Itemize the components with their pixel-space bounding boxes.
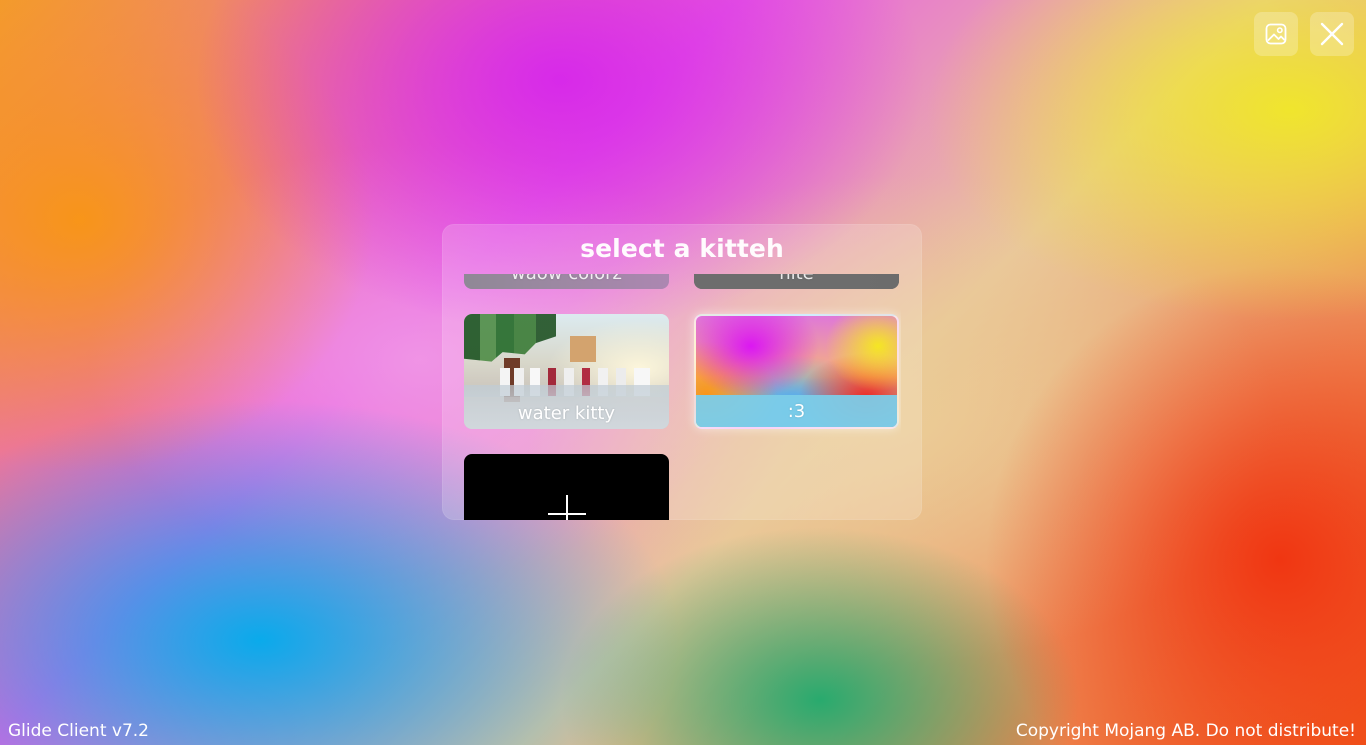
kitteh-card-waow-colorz[interactable]: waow colorz (464, 274, 669, 289)
kitteh-selector-modal: select a kitteh waow colorz nite water k… (442, 224, 922, 520)
plus-icon (547, 494, 587, 520)
kitteh-card-label: water kitty (464, 397, 669, 429)
kitteh-card-label: nite (694, 274, 899, 289)
kitteh-card-3[interactable]: :3 (694, 314, 899, 429)
copyright-text: Copyright Mojang AB. Do not distribute! (1015, 721, 1356, 741)
background-building (570, 336, 596, 362)
client-version: Glide Client v7.2 (8, 721, 149, 741)
kitteh-card-label: waow colorz (464, 274, 669, 289)
kitteh-card-water-kitty[interactable]: water kitty (464, 314, 669, 429)
image-icon (1264, 22, 1288, 46)
kitteh-card-label: :3 (696, 395, 897, 427)
modal-title: select a kitteh (580, 234, 784, 263)
close-icon (1319, 21, 1345, 47)
kitteh-card-nite[interactable]: nite (694, 274, 899, 289)
kitteh-grid: waow colorz nite water kitty :3 (464, 274, 901, 520)
gallery-button[interactable] (1254, 12, 1298, 56)
close-button[interactable] (1310, 12, 1354, 56)
add-kitteh-card[interactable] (464, 454, 669, 520)
